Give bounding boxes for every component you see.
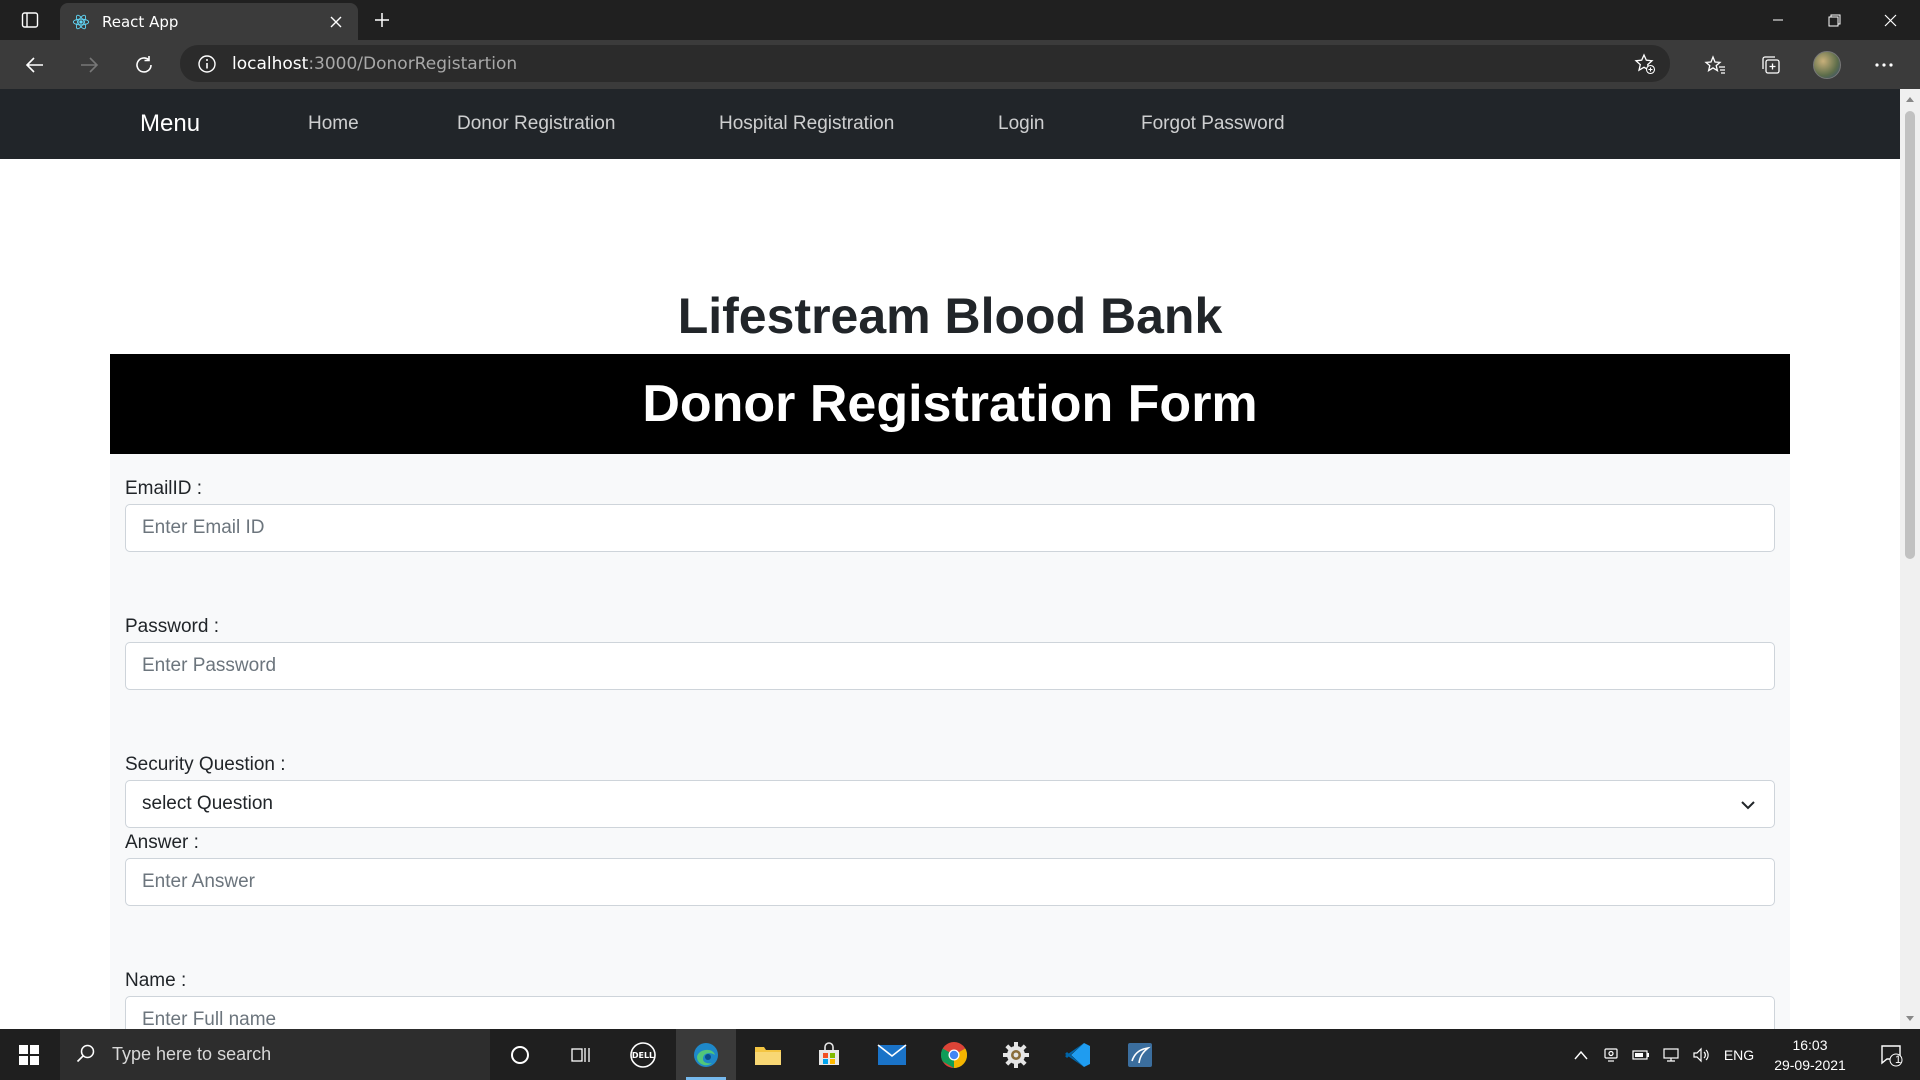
tab-title: React App <box>102 12 179 31</box>
taskbar-search-box[interactable]: Type here to search <box>60 1029 490 1080</box>
vscode-icon[interactable] <box>1052 1029 1104 1080</box>
dell-icon[interactable]: DELL <box>617 1029 669 1080</box>
full-name-field[interactable] <box>125 996 1775 1029</box>
email-field[interactable] <box>125 504 1775 552</box>
name-label: Name : <box>125 970 187 991</box>
refresh-icon[interactable] <box>125 46 163 84</box>
nav-link-home[interactable]: Home <box>308 113 359 135</box>
network-icon[interactable] <box>1658 1029 1684 1080</box>
minimize-icon[interactable] <box>1750 0 1806 40</box>
clock-time: 16:03 <box>1792 1037 1828 1053</box>
site-title: Lifestream Blood Bank <box>677 288 1223 344</box>
notification-center-icon[interactable]: 1 <box>1866 1029 1916 1080</box>
language-indicator: ENG <box>1723 1046 1755 1063</box>
restore-icon[interactable] <box>1806 0 1862 40</box>
forward-arrow-icon[interactable] <box>70 46 108 84</box>
password-label: Password : <box>125 616 219 637</box>
file-explorer-icon[interactable] <box>743 1029 793 1080</box>
chrome-icon[interactable] <box>928 1029 980 1080</box>
search-placeholder: Type here to search <box>112 1044 272 1064</box>
browser-tab-strip: React App <box>0 0 1920 40</box>
webcam-icon[interactable] <box>1598 1029 1624 1080</box>
windows-taskbar: Type here to search DELL ENG 16:03 29-09… <box>0 1029 1920 1080</box>
store-icon[interactable] <box>804 1029 854 1080</box>
address-bar[interactable]: localhost:3000/DonorRegistartion <box>180 45 1670 82</box>
chevron-down-icon <box>1738 795 1758 815</box>
back-arrow-icon[interactable] <box>16 46 54 84</box>
windows-start-icon[interactable] <box>0 1029 58 1080</box>
edge-app-icon[interactable] <box>676 1029 736 1080</box>
nav-link-login[interactable]: Login <box>998 113 1045 135</box>
notification-count: 1 <box>1895 1054 1902 1066</box>
tab-actions-icon[interactable] <box>12 6 48 34</box>
mysql-workbench-icon[interactable] <box>1114 1029 1166 1080</box>
close-tab-icon[interactable] <box>326 12 346 32</box>
favorites-icon[interactable] <box>1696 46 1734 84</box>
answer-field[interactable] <box>125 858 1775 906</box>
volume-icon[interactable] <box>1688 1029 1714 1080</box>
mail-icon[interactable] <box>866 1029 918 1080</box>
password-field[interactable] <box>125 642 1775 690</box>
security-question-label: Security Question : <box>125 754 286 775</box>
cortana-icon[interactable] <box>495 1029 545 1080</box>
security-question-select[interactable]: select Question <box>125 780 1775 828</box>
react-logo-icon <box>72 13 90 31</box>
nav-link-hospital-registration[interactable]: Hospital Registration <box>719 113 894 135</box>
star-plus-icon[interactable] <box>1632 51 1658 77</box>
form-title: Donor Registration Form <box>110 354 1790 454</box>
info-icon[interactable] <box>196 53 218 75</box>
search-icon <box>76 1043 96 1067</box>
page-viewport: Menu Home Donor Registration Hospital Re… <box>0 89 1900 1029</box>
donor-registration-form: Donor Registration Form EmailID : Passwo… <box>110 354 1790 1029</box>
url-host: localhost <box>232 53 309 74</box>
page-scrollbar[interactable] <box>1900 89 1920 1029</box>
clock-date: 29-09-2021 <box>1774 1057 1846 1073</box>
new-tab-icon[interactable] <box>366 6 398 34</box>
browser-tab[interactable]: React App <box>60 3 358 40</box>
nav-link-forgot-password[interactable]: Forgot Password <box>1141 113 1285 135</box>
security-question-value: select Question <box>142 793 273 814</box>
navbar-brand[interactable]: Menu <box>140 110 200 138</box>
svg-text:DELL: DELL <box>632 1051 654 1060</box>
site-navbar: Menu Home Donor Registration Hospital Re… <box>0 89 1900 159</box>
scroll-down-icon[interactable] <box>1904 1013 1916 1025</box>
close-window-icon[interactable] <box>1862 0 1918 40</box>
chevron-up-icon[interactable] <box>1568 1029 1594 1080</box>
scrollbar-thumb[interactable] <box>1905 111 1915 559</box>
taskbar-clock[interactable]: 16:03 29-09-2021 <box>1760 1035 1860 1075</box>
scroll-up-icon[interactable] <box>1904 93 1916 105</box>
battery-icon[interactable] <box>1628 1029 1654 1080</box>
email-label: EmailID : <box>125 478 203 499</box>
profile-avatar[interactable] <box>1808 46 1846 84</box>
more-dots-icon[interactable] <box>1865 46 1903 84</box>
collections-icon[interactable] <box>1752 46 1790 84</box>
nav-link-donor-registration[interactable]: Donor Registration <box>457 113 615 135</box>
task-view-icon[interactable] <box>556 1029 606 1080</box>
url-path: :3000/DonorRegistartion <box>308 53 518 74</box>
settings-gear-icon[interactable] <box>990 1029 1042 1080</box>
address-toolbar: localhost:3000/DonorRegistartion <box>0 40 1920 89</box>
input-language[interactable]: ENG <box>1722 1029 1756 1080</box>
answer-label: Answer : <box>125 832 199 853</box>
